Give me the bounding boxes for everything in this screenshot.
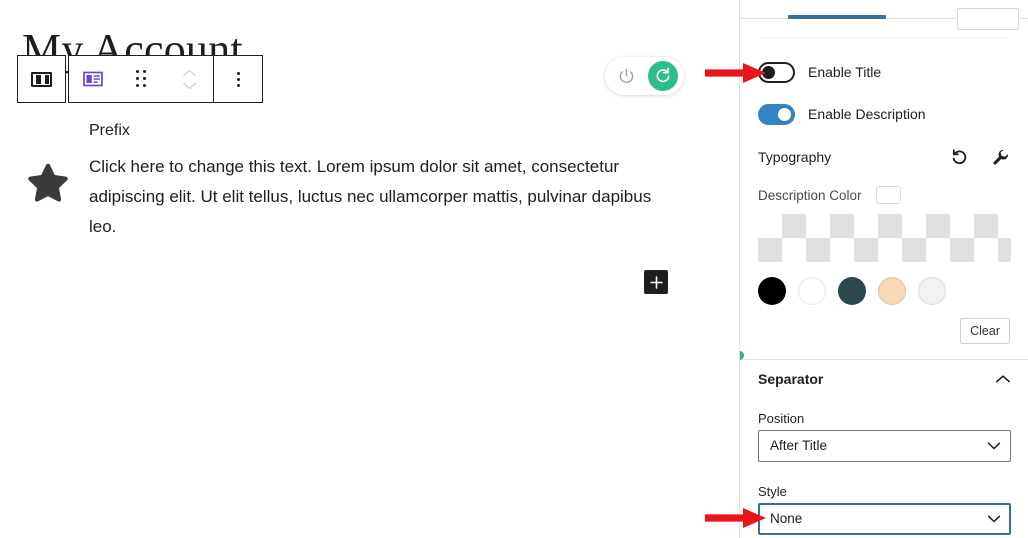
power-button[interactable] xyxy=(611,61,641,91)
toolbar-group-more xyxy=(213,55,263,103)
toolbar-group-sidebar xyxy=(17,55,66,103)
clear-color-button[interactable]: Clear xyxy=(960,318,1010,344)
reload-icon xyxy=(656,67,670,83)
sidebar-toggle-icon xyxy=(31,71,52,87)
block-mover-icons xyxy=(182,69,197,90)
description-color-row: Description Color xyxy=(758,186,901,204)
power-icon xyxy=(619,68,633,83)
plus-icon xyxy=(649,275,663,289)
panel-divider xyxy=(760,37,1008,38)
chevron-up-icon xyxy=(996,375,1010,383)
palette-swatch-black[interactable] xyxy=(758,277,786,305)
typography-label: Typography xyxy=(758,149,832,165)
move-block-buttons[interactable] xyxy=(165,56,213,102)
sidebar-toggle-button[interactable] xyxy=(18,56,65,102)
add-block-button[interactable] xyxy=(644,270,668,294)
block-toolbar xyxy=(17,55,263,103)
separator-section-title: Separator xyxy=(758,371,824,387)
style-label: Style xyxy=(758,484,787,499)
palette-swatch-white[interactable] xyxy=(798,277,826,305)
position-label: Position xyxy=(758,411,805,426)
typography-actions xyxy=(948,146,1011,168)
typography-row: Typography xyxy=(758,146,1011,168)
active-tab-indicator xyxy=(788,15,886,19)
palette-swatch-peach[interactable] xyxy=(878,277,906,305)
enable-title-label: Enable Title xyxy=(808,64,882,80)
drag-handle-icon xyxy=(135,70,147,88)
separator-position-select[interactable]: After Title xyxy=(758,430,1011,462)
toggle-knob xyxy=(778,107,791,121)
annotation-arrow-separator-style xyxy=(705,508,766,528)
wrench-icon xyxy=(992,149,1008,165)
typography-tools-button[interactable] xyxy=(989,146,1011,168)
gradient-preview-bar[interactable] xyxy=(758,214,1011,262)
palette-swatch-off-white[interactable] xyxy=(918,277,946,305)
description-color-swatch[interactable] xyxy=(875,186,901,204)
enable-description-toggle[interactable] xyxy=(758,103,795,125)
prefix-text: Prefix xyxy=(89,122,130,139)
typography-reset-button[interactable] xyxy=(948,146,970,168)
chevron-down-icon xyxy=(182,82,196,89)
inspector-tabbar xyxy=(740,0,1028,30)
more-options-vertical-icon xyxy=(236,71,240,87)
reset-icon xyxy=(952,148,966,164)
enable-description-row: Enable Description xyxy=(758,101,926,127)
block-type-button[interactable] xyxy=(69,56,117,102)
annotation-arrow-enable-title xyxy=(705,63,766,83)
separator-style-value[interactable]: None xyxy=(758,503,1011,535)
enable-title-row: Enable Title xyxy=(758,59,881,85)
more-options-button[interactable] xyxy=(214,56,262,102)
separator-style-select[interactable]: None xyxy=(758,503,1011,535)
separator-section-header[interactable]: Separator xyxy=(758,371,1011,387)
palette-swatch-dark-teal[interactable] xyxy=(838,277,866,305)
inspector-top-button[interactable] xyxy=(957,8,1019,30)
separator-position-value[interactable]: After Title xyxy=(758,430,1011,462)
drag-handle-button[interactable] xyxy=(117,56,165,102)
star-icon xyxy=(28,163,68,202)
color-palette xyxy=(758,277,946,305)
section-divider xyxy=(740,359,1028,360)
editor-canvas: My Account Prefix Click here to change t… xyxy=(0,0,739,538)
description-text: Click here to change this text. Lorem ip… xyxy=(89,157,652,236)
toolbar-group-main xyxy=(68,55,214,103)
media-text-block-icon xyxy=(83,71,103,87)
inspector-sidebar: Enable Title Enable Description Typograp… xyxy=(739,0,1028,538)
description-color-label: Description Color xyxy=(758,187,862,203)
enable-description-label: Enable Description xyxy=(808,106,926,122)
reload-button[interactable] xyxy=(648,61,678,91)
preview-controls xyxy=(605,57,684,95)
chevron-up-icon xyxy=(182,69,196,76)
